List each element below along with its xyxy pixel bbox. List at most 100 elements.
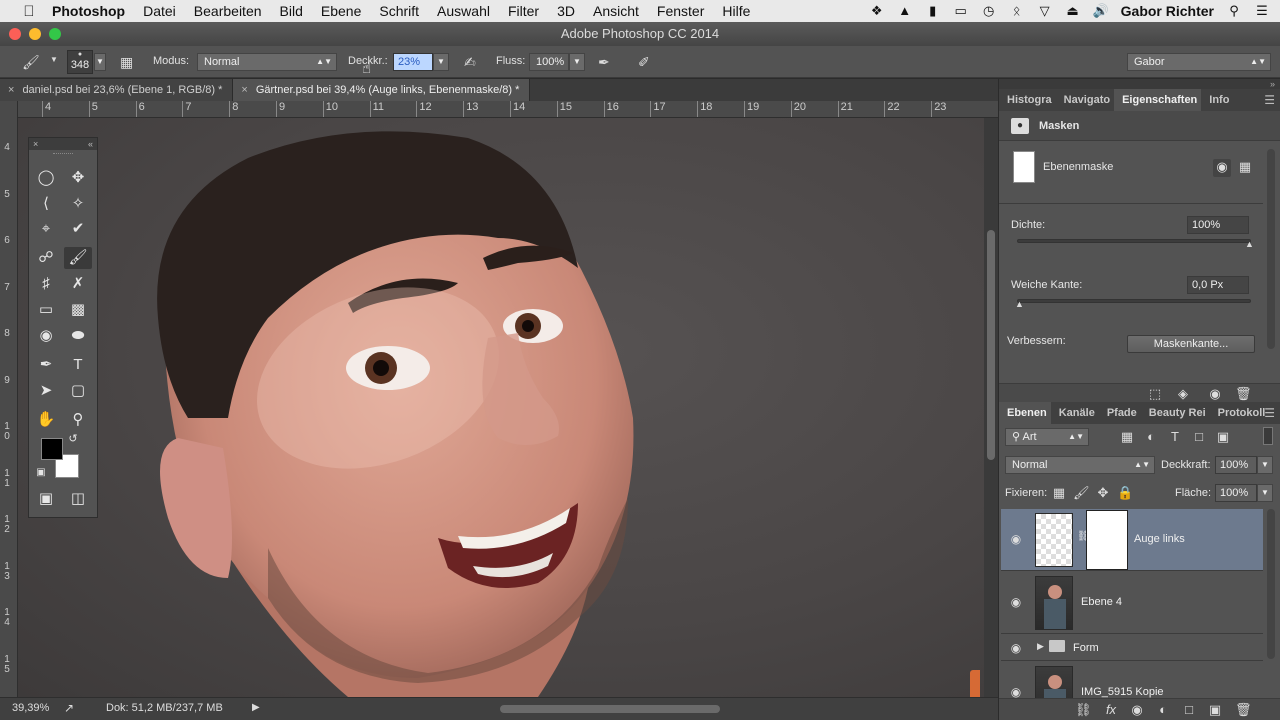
layer-blend-select[interactable]: Normal ▲▼ [1005, 456, 1155, 474]
tab-histogram[interactable]: Histogra [999, 89, 1056, 111]
blend-mode-select[interactable]: Normal ▲▼ [197, 53, 337, 71]
layer-thumbnail[interactable] [1035, 666, 1073, 698]
volume-icon[interactable]: 🔊 [1093, 4, 1109, 18]
screen-mode-icon[interactable]: ◫ [64, 488, 92, 510]
layer-opacity-input[interactable]: 100% [1215, 456, 1257, 474]
spotlight-search-icon[interactable]: ⚲ [1226, 4, 1242, 18]
slider-handle-icon[interactable]: ▲ [1015, 299, 1024, 309]
layer-row-form[interactable]: ◉ ▶ Form [1001, 635, 1263, 661]
history-brush-icon[interactable]: ✗ [64, 273, 92, 295]
path-select-icon[interactable]: ➤ [32, 380, 60, 402]
vertical-scroll-thumb[interactable] [987, 230, 995, 460]
gradient-icon[interactable]: ▩ [64, 299, 92, 321]
clone-stamp-icon[interactable]: ♯ [32, 273, 60, 295]
pen-icon[interactable]: ✒ [32, 354, 60, 376]
swap-colors-icon[interactable]: ↺ [63, 432, 83, 446]
lock-position-icon[interactable]: ✥ [1095, 485, 1111, 501]
lock-transparency-icon[interactable]: ▦ [1051, 485, 1067, 501]
eyedropper-icon[interactable]: ✔ [64, 218, 92, 240]
lock-pixels-icon[interactable]: 🖌 [1073, 485, 1090, 501]
tab-beauty-retouch[interactable]: Beauty Rei [1141, 402, 1210, 424]
menu-ebene[interactable]: Ebene [321, 3, 361, 19]
wifi-icon[interactable]: ▽ [1037, 4, 1053, 18]
zoom-window-button[interactable] [49, 28, 61, 40]
workspace-select[interactable]: Gabor ▲▼ [1127, 53, 1271, 71]
crop-icon[interactable]: ⌖ [32, 218, 60, 240]
panel-menu-icon[interactable]: ☰ [1264, 89, 1275, 111]
close-icon[interactable]: × [33, 138, 38, 150]
ruler-left[interactable]: 4 5 6 7 8 9 1 0 1 1 1 2 1 3 1 4 1 5 [0, 101, 18, 697]
filter-adjustment-icon[interactable]: ◐ [1143, 429, 1159, 445]
menu-bearbeiten[interactable]: Bearbeiten [194, 3, 262, 19]
rectangle-icon[interactable]: ▢ [64, 380, 92, 402]
smudge-icon[interactable]: ◉ [32, 325, 60, 347]
tab-paths[interactable]: Pfade [1099, 402, 1141, 424]
layer-thumbnail[interactable] [1035, 513, 1073, 567]
layer-filter-select[interactable]: ⚲ Art ▲▼ [1005, 428, 1089, 446]
eject-icon[interactable]: ⏏ [1065, 4, 1081, 18]
layer-name[interactable]: Auge links [1134, 533, 1185, 545]
trash-icon[interactable]: 🗑 [1235, 386, 1252, 402]
mask-edge-button[interactable]: Maskenkante... [1127, 335, 1255, 353]
layer-row-auge-links[interactable]: ◉ ⛓ Auge links [1001, 509, 1263, 571]
feather-input[interactable]: 0,0 Px [1187, 276, 1249, 294]
pressure-size-icon[interactable]: ✐ [638, 54, 650, 71]
layer-row-img-5915-kopie[interactable]: ◉ IMG_5915 Kopie [1001, 662, 1263, 698]
airbrush-icon[interactable]: ✒ [598, 54, 610, 71]
time-machine-icon[interactable]: ◷ [981, 4, 997, 18]
zoom-level[interactable]: 39,39% [12, 702, 49, 714]
collapse-icon[interactable]: « [88, 138, 93, 150]
menu-auswahl[interactable]: Auswahl [437, 3, 490, 19]
layer-mask-thumbnail[interactable] [1086, 510, 1128, 570]
horizontal-scroll-thumb[interactable] [500, 705, 720, 713]
filter-shape-icon[interactable]: □ [1191, 429, 1207, 445]
dock-collapse-icon[interactable]: » [999, 79, 1280, 89]
filter-pixel-icon[interactable]: ▦ [1119, 429, 1135, 445]
wings-icon[interactable]: ❖ [869, 4, 885, 18]
link-layers-icon[interactable]: ⛓ [1075, 702, 1092, 718]
layer-name[interactable]: Form [1073, 642, 1099, 654]
tab-properties[interactable]: Eigenschaften [1114, 89, 1202, 111]
close-tab-icon[interactable]: × [8, 84, 14, 96]
type-tool-icon[interactable]: T [64, 354, 92, 376]
layer-row-ebene-4[interactable]: ◉ Ebene 4 [1001, 572, 1263, 634]
lasso-icon[interactable]: ⟨ [32, 193, 60, 215]
slider-handle-icon[interactable]: ▲ [1245, 239, 1254, 249]
notification-list-icon[interactable]: ☰ [1254, 4, 1270, 18]
fill-dropdown[interactable]: ▼ [1257, 484, 1273, 502]
healing-brush-icon[interactable]: ☍ [32, 247, 60, 269]
tab-history[interactable]: Protokoll [1210, 402, 1270, 424]
layer-name[interactable]: Ebene 4 [1081, 596, 1122, 608]
brush-size-dropdown[interactable]: ▼ [94, 53, 106, 71]
menu-3d[interactable]: 3D [557, 3, 575, 19]
brush-preset-icon[interactable]: 🖌 [22, 54, 40, 71]
menu-photoshop[interactable]: Photoshop [52, 3, 125, 19]
layer-style-fx-icon[interactable]: fx [1103, 702, 1119, 718]
visibility-eye-icon[interactable]: ◉ [1207, 386, 1223, 402]
vertical-scrollbar[interactable] [984, 118, 998, 697]
dodge-icon[interactable]: ⬬ [64, 325, 92, 347]
tab-channels[interactable]: Kanäle [1051, 402, 1099, 424]
eraser-icon[interactable]: ▭ [32, 299, 60, 321]
menu-schrift[interactable]: Schrift [379, 3, 419, 19]
feather-slider[interactable]: ▲ [1015, 299, 1251, 309]
filter-type-icon[interactable]: T [1167, 429, 1183, 445]
density-input[interactable]: 100% [1187, 216, 1249, 234]
brush-size-picker[interactable]: ● 348 [67, 50, 93, 74]
density-slider[interactable]: ▲ [1017, 239, 1254, 249]
visibility-eye-icon[interactable]: ◉ [1005, 595, 1027, 609]
layers-scrollbar[interactable] [1267, 509, 1275, 659]
visibility-eye-icon[interactable]: ◉ [1005, 532, 1027, 546]
hand-icon[interactable]: ✋ [32, 409, 60, 431]
minimize-window-button[interactable] [29, 28, 41, 40]
layer-name[interactable]: IMG_5915 Kopie [1081, 686, 1164, 698]
close-window-button[interactable] [9, 28, 21, 40]
default-colors-icon[interactable]: ▣ [31, 466, 51, 480]
user-name[interactable]: Gabor Richter [1121, 3, 1214, 19]
menu-bild[interactable]: Bild [280, 3, 303, 19]
quick-mask-icon[interactable]: ▣ [32, 488, 60, 510]
zoom-icon[interactable]: ⚲ [64, 409, 92, 431]
grip-icon[interactable] [53, 153, 73, 155]
filter-smartobject-icon[interactable]: ▣ [1215, 429, 1231, 445]
disclosure-triangle-icon[interactable]: ▶ [1037, 641, 1044, 652]
